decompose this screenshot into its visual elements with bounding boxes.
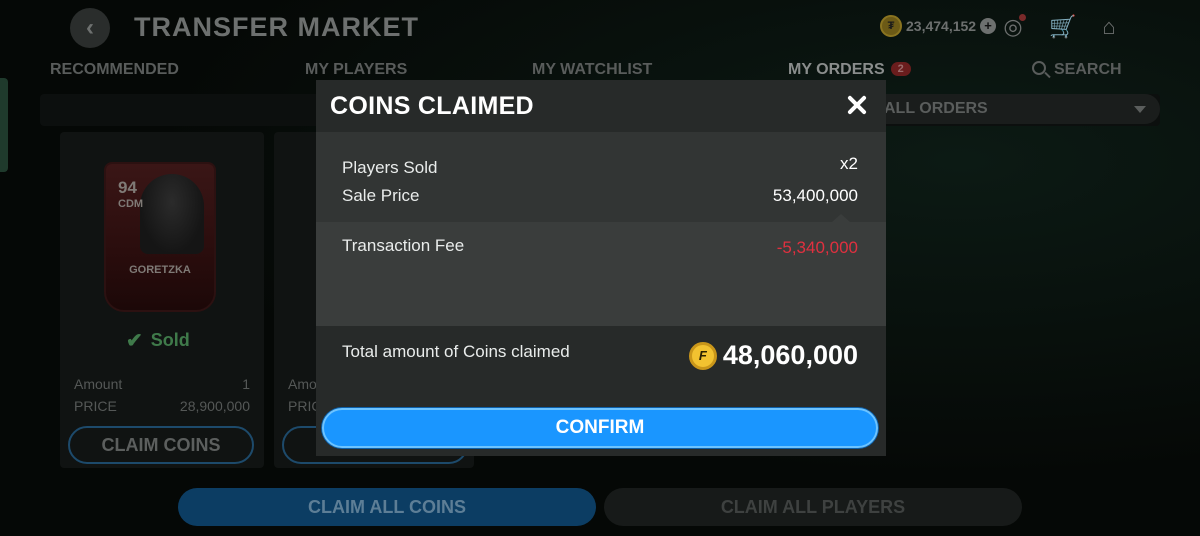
tab-my-orders-label: MY ORDERS xyxy=(788,61,885,78)
tab-recommended[interactable]: RECOMMENDED xyxy=(50,61,179,79)
orders-count-badge: 2 xyxy=(890,62,911,76)
order-filter-dropdown[interactable]: ALL ORDERS xyxy=(870,94,1160,124)
sold-status-label: Sold xyxy=(150,330,190,350)
players-sold-value: x2 xyxy=(840,154,858,173)
page-title: TRANSFER MARKET xyxy=(134,12,419,42)
fee-section: Transaction Fee -5,340,000 xyxy=(316,222,886,326)
player-portrait xyxy=(140,174,204,254)
players-sold-label: Players Sold xyxy=(342,158,438,177)
chevron-left-icon: ‹ xyxy=(86,14,94,41)
price-value: 28,900,000 xyxy=(179,398,250,414)
players-sold-row: Players Sold x2 xyxy=(342,154,858,178)
checkmark-icon: ✔ xyxy=(126,330,143,352)
coin-icon: ₮ xyxy=(880,15,902,37)
amount-label: Amount xyxy=(74,376,123,392)
player-card[interactable]: 94 CDM GORETZKA xyxy=(104,162,216,312)
coins-claimed-dialog: COINS CLAIMED Players Sold x2 Sale Price… xyxy=(316,80,886,456)
order-card: 94 CDM GORETZKA ✔ Sold Amount 1 PRICE 28… xyxy=(60,132,264,468)
side-drawer-handle[interactable] xyxy=(0,78,8,172)
claim-coins-button[interactable]: CLAIM COINS xyxy=(68,426,254,464)
store-cart-icon[interactable]: 🛒 xyxy=(1048,12,1078,42)
amount-value: 1 xyxy=(242,376,250,392)
chevron-down-icon xyxy=(1134,106,1146,113)
pointer-notch xyxy=(832,214,850,222)
coin-balance: ₮ 23,474,152 + xyxy=(880,15,997,37)
player-rating: 94 xyxy=(118,178,137,197)
close-icon[interactable] xyxy=(844,92,870,118)
claim-all-players-button[interactable]: CLAIM ALL PLAYERS xyxy=(604,488,1022,526)
amount-row: Amount 1 xyxy=(74,376,250,392)
dialog-summary: Players Sold x2 Sale Price 53,400,000 Tr… xyxy=(316,132,886,326)
sale-price-row: Sale Price 53,400,000 xyxy=(342,186,858,206)
sale-price-value: 53,400,000 xyxy=(772,186,858,205)
amount-label: Amo xyxy=(288,376,317,392)
tab-my-players[interactable]: MY PLAYERS xyxy=(305,61,407,79)
home-icon[interactable]: ⌂ xyxy=(1094,12,1124,42)
player-name: GORETZKA xyxy=(129,264,191,276)
tab-my-orders[interactable]: MY ORDERS 2 xyxy=(788,61,911,79)
tab-search-label: SEARCH xyxy=(1054,61,1122,78)
dialog-header: COINS CLAIMED xyxy=(316,80,886,132)
transaction-fee-label: Transaction Fee xyxy=(342,236,465,255)
coin-icon: F xyxy=(688,341,717,370)
price-row: PRICE 28,900,000 xyxy=(74,398,250,414)
back-button[interactable]: ‹ xyxy=(70,8,110,48)
tab-my-watchlist[interactable]: MY WATCHLIST xyxy=(532,61,652,79)
transaction-fee-value: -5,340,000 xyxy=(776,238,858,257)
dialog-title: COINS CLAIMED xyxy=(330,92,534,120)
total-row: Total amount of Coins claimed F 48,060,0… xyxy=(342,340,858,382)
total-label: Total amount of Coins claimed xyxy=(342,342,570,361)
add-coins-button[interactable]: + xyxy=(980,18,997,34)
notification-dot xyxy=(1019,14,1026,21)
confirm-button[interactable]: CONFIRM xyxy=(322,408,878,448)
player-position: CDM xyxy=(118,198,144,210)
transaction-fee-row: Transaction Fee -5,340,000 xyxy=(342,236,858,258)
order-filter-value: ALL ORDERS xyxy=(884,100,988,117)
tab-search[interactable]: SEARCH xyxy=(1032,61,1122,79)
total-value: 48,060,000 xyxy=(722,340,858,370)
total-amount: F 48,060,000 xyxy=(688,340,858,371)
sold-status: ✔ Sold xyxy=(126,328,190,353)
top-bar: ‹ TRANSFER MARKET ₮ 23,474,152 + ◎ 🛒 ⌂ xyxy=(0,0,1200,52)
coin-balance-value: 23,474,152 xyxy=(906,18,977,34)
sale-price-label: Sale Price xyxy=(342,186,420,205)
price-label: PRICE xyxy=(74,398,117,414)
search-icon xyxy=(1032,61,1046,75)
claim-all-coins-button[interactable]: CLAIM ALL COINS xyxy=(178,488,596,526)
objectives-icon[interactable]: ◎ xyxy=(998,12,1028,42)
